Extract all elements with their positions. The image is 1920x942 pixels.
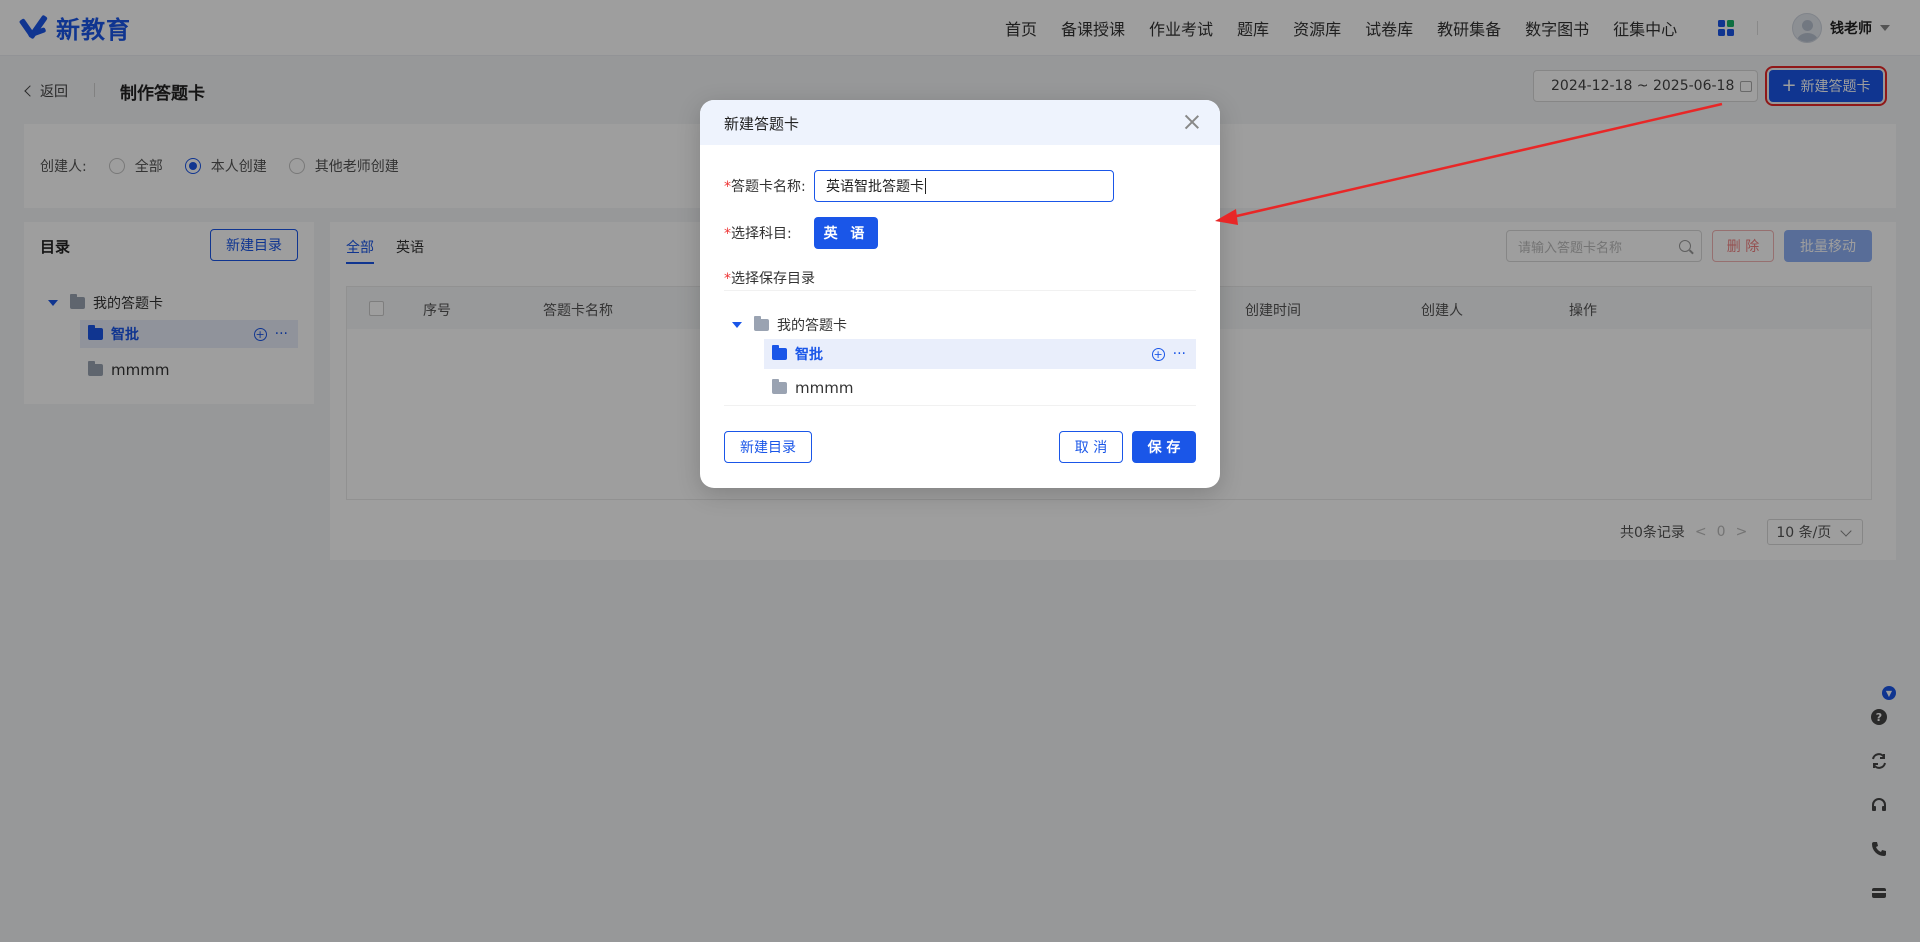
tree-node-label: 智批 — [795, 347, 823, 363]
dialog-title: 新建答题卡 — [724, 115, 800, 133]
add-subfolder-icon[interactable]: + — [1151, 347, 1165, 361]
save-button[interactable]: 保 存 — [1132, 431, 1196, 463]
subject-english-button[interactable]: 英 语 — [814, 217, 878, 249]
dialog-header: 新建答题卡 — [700, 100, 1220, 145]
modal-tree-node-root[interactable]: 我的答题卡 — [732, 315, 847, 335]
dialog-new-directory-button[interactable]: 新建目录 — [724, 431, 812, 463]
more-icon[interactable]: ··· — [1173, 346, 1186, 362]
expand-icon[interactable] — [732, 322, 742, 328]
subject-label: *选择科目: — [724, 226, 792, 242]
save-directory-tree: 我的答题卡 智批 + ··· mmmm — [724, 290, 1196, 406]
folder-icon — [754, 316, 769, 331]
text-cursor — [925, 178, 926, 194]
new-answer-card-dialog: 新建答题卡 *答题卡名称: 英语智批答题卡 *选择科目: 英 语 *选择保存目录… — [700, 100, 1220, 488]
close-icon[interactable] — [1184, 114, 1200, 130]
cancel-button[interactable]: 取 消 — [1059, 431, 1123, 463]
tree-node-label: 我的答题卡 — [777, 318, 847, 334]
modal-tree-node-zhipi[interactable]: 智批 + ··· — [764, 339, 1196, 369]
folder-icon — [772, 345, 787, 360]
card-name-value: 英语智批答题卡 — [826, 179, 924, 195]
save-directory-label: *选择保存目录 — [724, 271, 815, 287]
card-name-input[interactable]: 英语智批答题卡 — [814, 170, 1114, 202]
card-name-label: *答题卡名称: — [724, 179, 806, 195]
node-actions: + ··· — [1151, 346, 1186, 362]
folder-icon — [772, 379, 787, 394]
tree-bottom-border — [724, 405, 1196, 406]
tree-node-label: mmmm — [795, 379, 854, 397]
modal-tree-node-mmmm[interactable]: mmmm — [772, 379, 853, 397]
tree-top-border — [724, 290, 1196, 291]
